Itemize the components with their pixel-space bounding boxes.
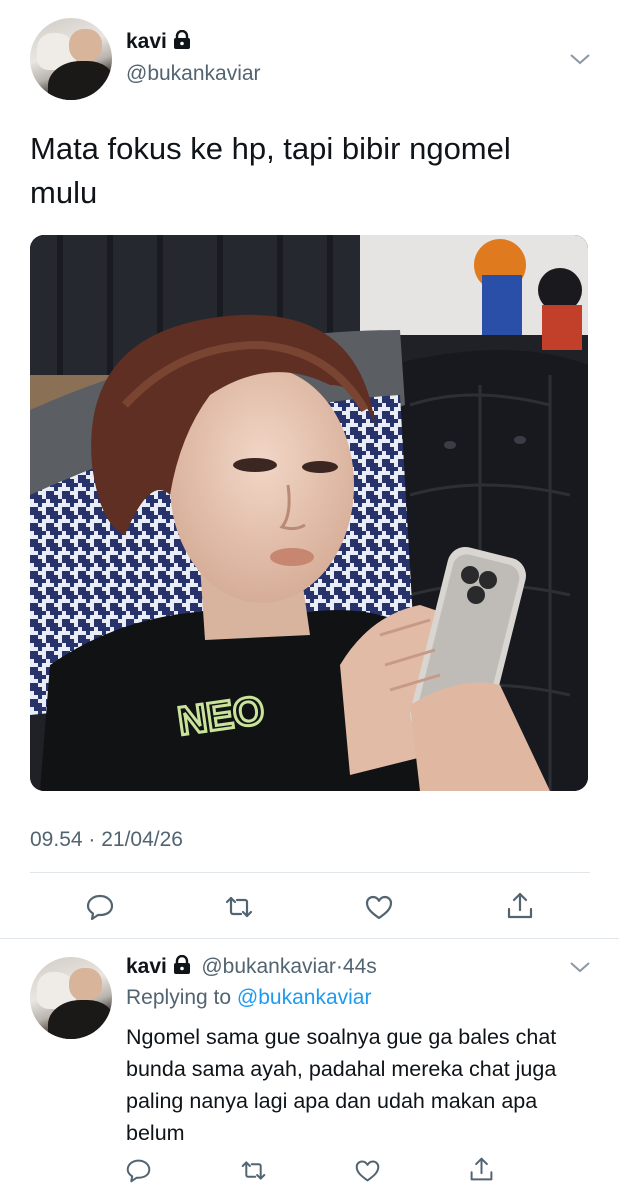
like-icon[interactable] (354, 1157, 381, 1184)
lock-icon (173, 29, 191, 55)
chevron-down-icon[interactable] (569, 960, 591, 974)
reply-display-name[interactable]: kavi (126, 955, 167, 978)
reply-text: Ngomel sama gue soalnya gue ga bales cha… (126, 1025, 557, 1145)
share-icon[interactable] (505, 891, 535, 921)
share-icon[interactable] (468, 1156, 495, 1183)
chevron-down-icon[interactable] (569, 52, 591, 66)
reply-avatar[interactable] (30, 957, 112, 1039)
meta-separator: · (335, 955, 343, 978)
tweet-text: Mata fokus ke hp, tapi bibir ngomel mulu (30, 131, 511, 210)
author-name-row: kavi (126, 29, 191, 55)
like-icon[interactable] (364, 892, 394, 922)
replying-to-handle[interactable]: @bukankaviar (237, 986, 372, 1009)
replying-to: Replying to @bukankaviar (126, 986, 371, 1010)
author-handle[interactable]: @bukankaviar (126, 62, 261, 86)
lock-icon (173, 954, 191, 980)
display-name[interactable]: kavi (126, 30, 167, 53)
reply-time[interactable]: 44s (343, 955, 377, 978)
tweet-timestamp[interactable]: 09.54 · 21/04/26 (30, 828, 183, 852)
tweet-photo[interactable]: NEO (30, 235, 588, 791)
reply-icon[interactable] (85, 892, 115, 922)
divider (0, 938, 619, 939)
reply-handle[interactable]: @bukankaviar (201, 955, 336, 978)
reply-author-row: kavi @bukankaviar·44s (126, 954, 377, 980)
retweet-icon[interactable] (224, 892, 254, 922)
replying-to-label: Replying to (126, 986, 232, 1009)
avatar[interactable] (30, 18, 112, 100)
retweet-icon[interactable] (240, 1157, 267, 1184)
divider (30, 872, 590, 873)
reply-icon[interactable] (125, 1157, 152, 1184)
